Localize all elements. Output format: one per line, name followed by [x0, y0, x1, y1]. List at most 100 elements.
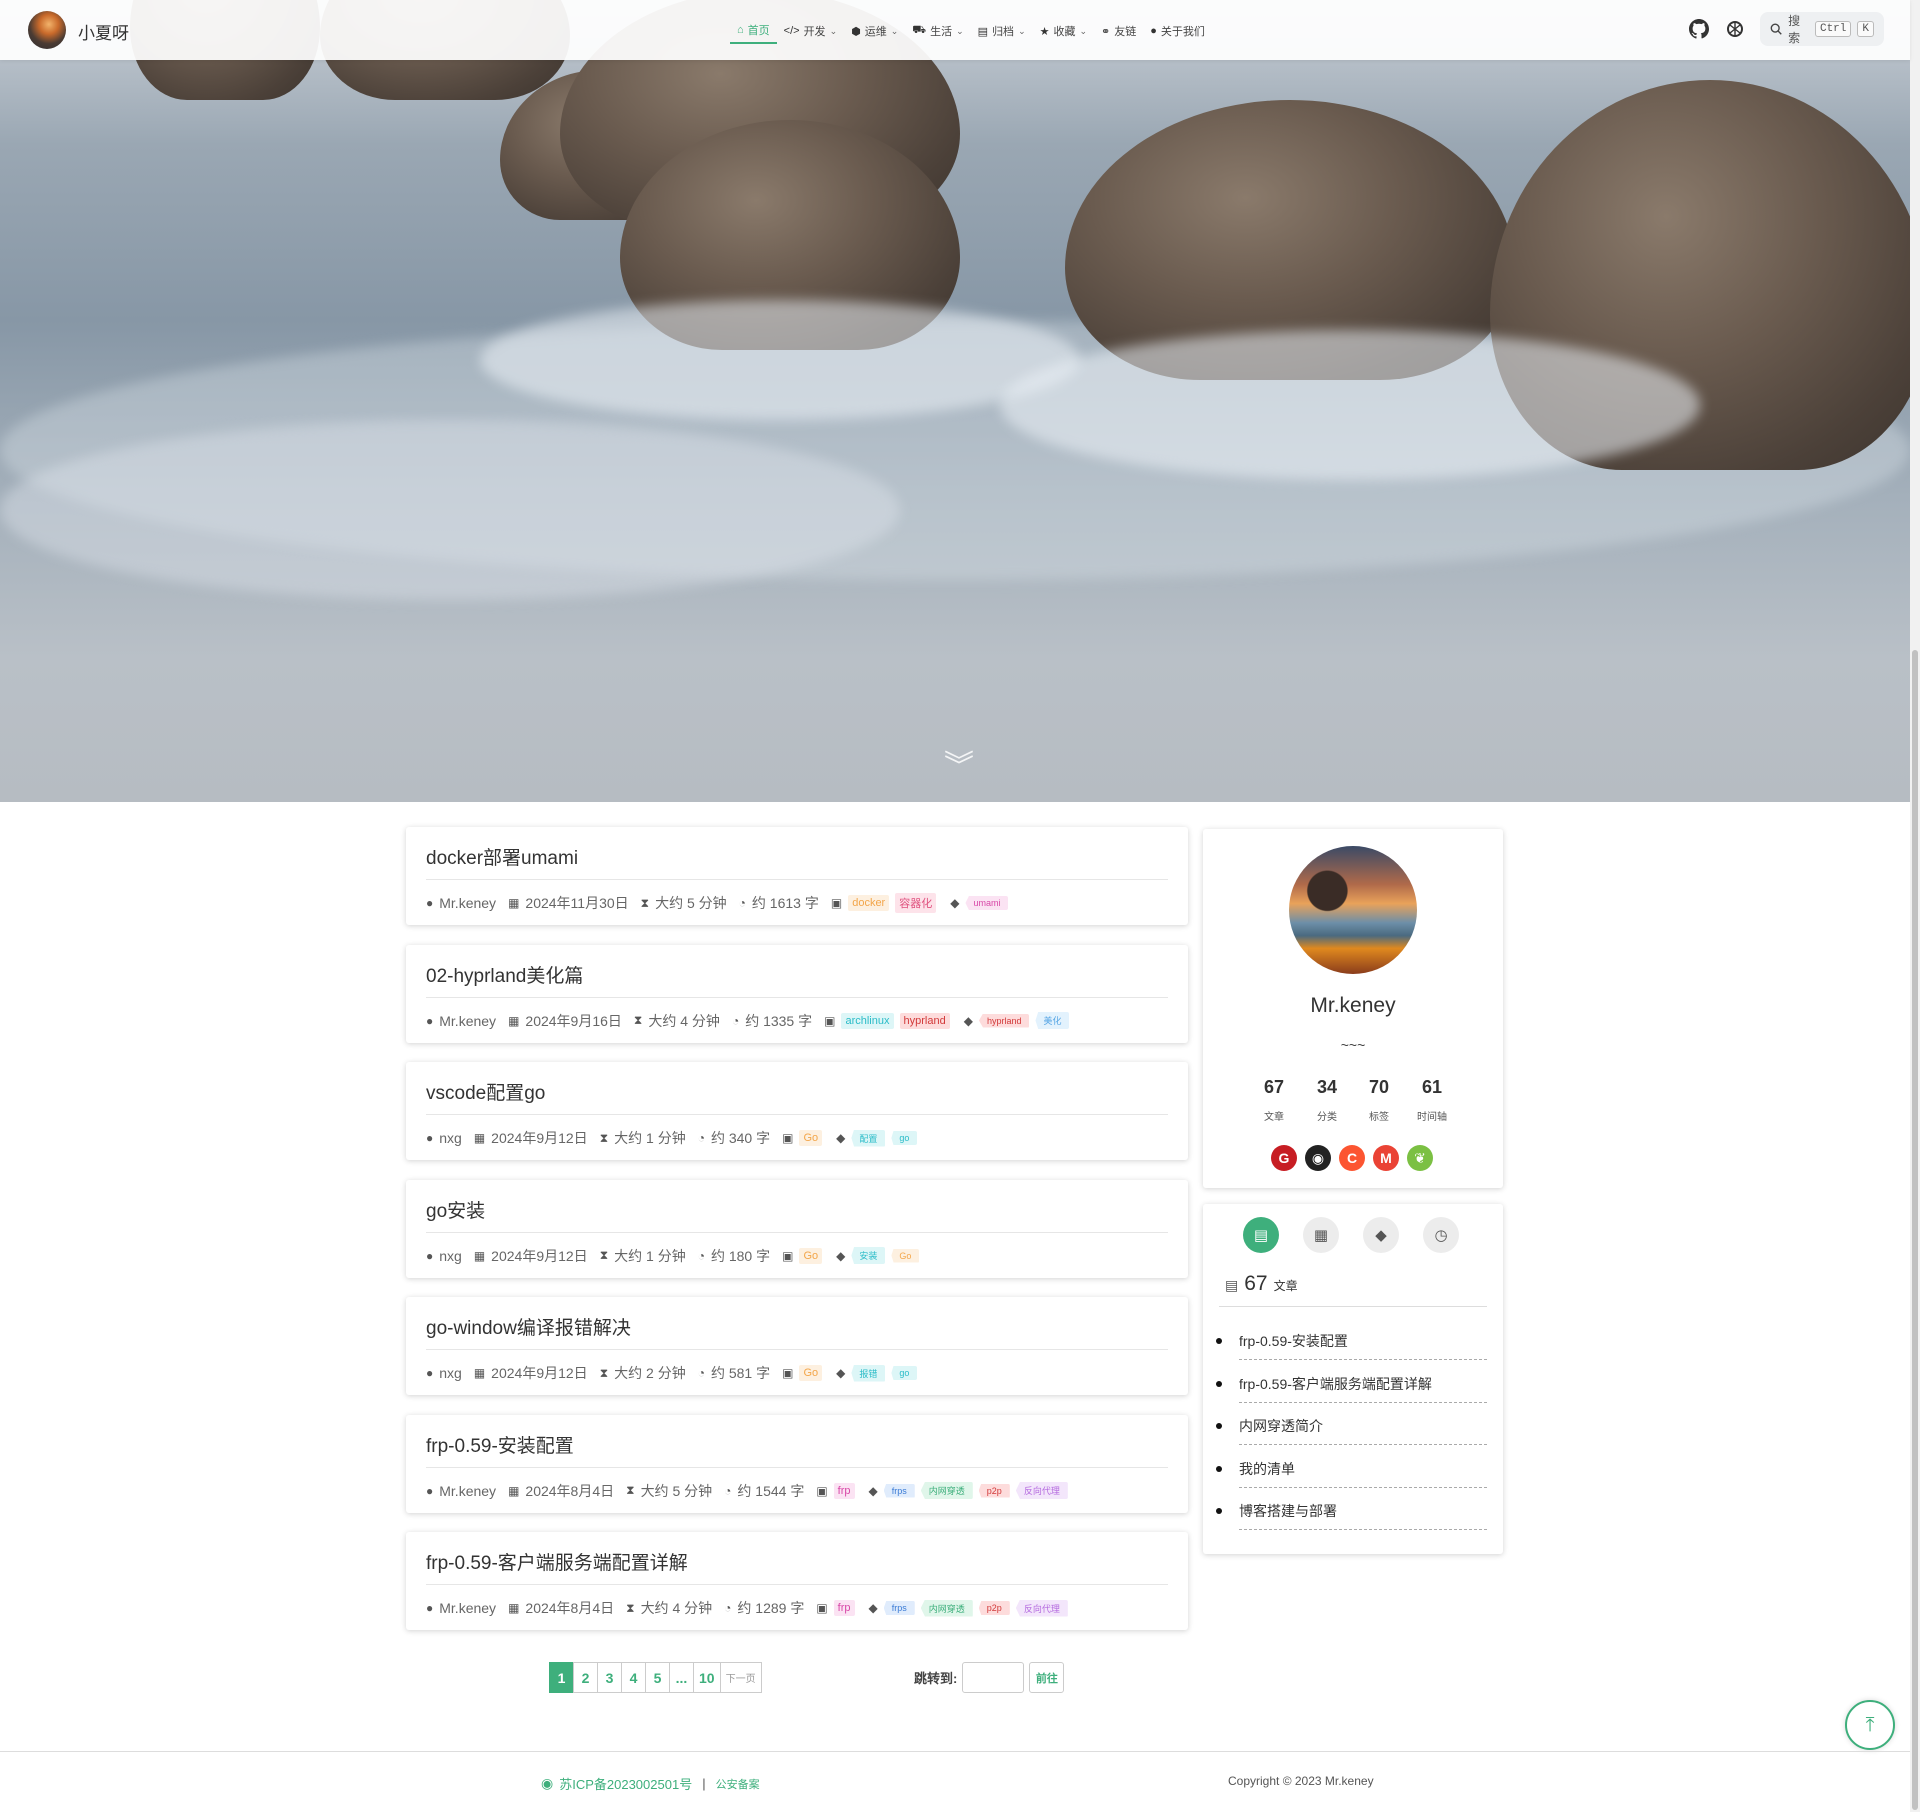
recent-article-item[interactable]: 我的清单	[1216, 1448, 1487, 1488]
nav-item-about[interactable]: ● 关于我们	[1143, 18, 1212, 44]
post-card[interactable]: vscode配置go ● nxg ▦ 2024年9月12日 ⧗ 大约 1 分钟 ◔ 约 340 …	[406, 1062, 1188, 1160]
post-title[interactable]: vscode配置go	[426, 1078, 545, 1105]
post-title[interactable]: frp-0.59-客户端服务端配置详解	[426, 1548, 688, 1575]
nav-item-life[interactable]: ⛟ 生活 ⌄	[905, 18, 970, 44]
tag-badge[interactable]: frps	[883, 1601, 915, 1615]
stat-tags[interactable]: 70 标签	[1349, 1077, 1409, 1123]
post-author[interactable]: nxg	[439, 1130, 462, 1146]
category-badge[interactable]: frp	[833, 1482, 855, 1499]
post-author[interactable]: Mr.keney	[439, 1600, 496, 1616]
calendar-icon: ▦	[508, 896, 520, 910]
category-badge[interactable]: Go	[799, 1130, 823, 1146]
tag-badge[interactable]: p2p	[978, 1483, 1010, 1498]
stat-articles[interactable]: 67 文章	[1244, 1077, 1304, 1123]
category-badge[interactable]: Go	[799, 1365, 823, 1381]
post-author[interactable]: Mr.keney	[439, 895, 496, 911]
post-card[interactable]: go安装 ● nxg ▦ 2024年9月12日 ⧗ 大约 1 分钟 ◔ 约 180 字 ▣ Go ◆ 安…	[406, 1179, 1188, 1278]
page-button[interactable]: 2	[573, 1662, 598, 1693]
next-page-button[interactable]: 下一页	[719, 1662, 762, 1693]
post-card[interactable]: go-window编译报错解决 ● nxg ▦ 2024年9月12日 ⧗ 大约 2 分钟 ◔ 约…	[406, 1297, 1188, 1395]
police-record-link[interactable]: 公安备案	[716, 1776, 760, 1792]
scroll-down-icon[interactable]: ︾	[944, 752, 974, 782]
icp-link[interactable]: 苏ICP备2023002501号	[559, 1774, 692, 1793]
category-badge[interactable]: docker	[848, 895, 890, 911]
post-title[interactable]: frp-0.59-安装配置	[426, 1431, 574, 1458]
tag-icon: ◆	[836, 1366, 846, 1380]
gitee-icon[interactable]: G	[1271, 1145, 1297, 1171]
category-badge[interactable]: frp	[833, 1600, 855, 1616]
article-tab-icon[interactable]: ▤	[1243, 1217, 1279, 1253]
tag-tab-icon[interactable]: ◆	[1363, 1217, 1399, 1253]
tag-badge[interactable]: 配置	[851, 1129, 886, 1147]
post-author[interactable]: Mr.keney	[439, 1013, 496, 1029]
page-button[interactable]: 1	[549, 1662, 574, 1693]
post-title[interactable]: 02-hyprland美化篇	[426, 961, 583, 988]
post-title[interactable]: docker部署umami	[426, 843, 578, 870]
tag-badge[interactable]: hyprland	[978, 1013, 1030, 1028]
page-button[interactable]: 10	[693, 1662, 721, 1693]
csdn-icon[interactable]: C	[1339, 1145, 1365, 1171]
tag-badge[interactable]: 美化	[1035, 1012, 1070, 1029]
stat-categories[interactable]: 34 分类	[1297, 1077, 1357, 1123]
tag-badge[interactable]: go	[891, 1366, 918, 1380]
recent-article-item[interactable]: 博客搭建与部署	[1216, 1490, 1487, 1530]
category-badge[interactable]: archlinux	[841, 1012, 894, 1029]
article-count: ▤ 67 文章	[1225, 1272, 1298, 1296]
hourglass-icon: ⧗	[633, 1013, 643, 1027]
page-button[interactable]: 4	[621, 1662, 646, 1693]
search-box[interactable]: 搜索 Ctrl K	[1760, 12, 1884, 46]
avatar[interactable]	[1289, 846, 1417, 974]
category-badge[interactable]: 容器化	[895, 893, 937, 913]
site-logo[interactable]	[28, 11, 66, 49]
github-icon[interactable]	[1688, 18, 1710, 40]
page-button[interactable]: 5	[645, 1662, 670, 1693]
nav-item-archive[interactable]: ▤ 归档 ⌄	[971, 18, 1033, 44]
tag-badge[interactable]: 内网穿透	[920, 1599, 973, 1617]
nav-item-favorites[interactable]: ★ 收藏 ⌄	[1033, 18, 1094, 44]
recent-article-item[interactable]: frp-0.59-安装配置	[1216, 1320, 1487, 1360]
site-title[interactable]: 小夏呀	[78, 19, 129, 44]
tag-badge[interactable]: frps	[883, 1483, 915, 1498]
tag-badge[interactable]: go	[891, 1131, 918, 1145]
page-button[interactable]: 3	[597, 1662, 622, 1693]
post-card[interactable]: docker部署umami ● Mr.keney ▦ 2024年11月30日 ⧗ 大约 5 …	[406, 827, 1188, 925]
tag-badge[interactable]: 内网穿透	[920, 1482, 973, 1499]
post-card[interactable]: 02-hyprland美化篇 ● Mr.keney ▦ 2024年9月16日 ⧗ 大约 4 …	[406, 944, 1188, 1043]
stat-timeline[interactable]: 61 时间轴	[1402, 1077, 1462, 1123]
tag-badge[interactable]: 反向代理	[1015, 1599, 1068, 1617]
nav-item-ops[interactable]: ⬢ 运维 ⌄	[844, 18, 905, 44]
post-title[interactable]: go-window编译报错解决	[426, 1313, 631, 1340]
jump-page-input[interactable]	[962, 1662, 1025, 1693]
tag-badge[interactable]: 安装	[851, 1247, 886, 1264]
post-author[interactable]: Mr.keney	[439, 1483, 496, 1499]
tag-badge[interactable]: 反向代理	[1015, 1482, 1068, 1499]
calendar-icon: ▦	[508, 1013, 520, 1028]
post-author[interactable]: nxg	[439, 1248, 462, 1264]
post-card[interactable]: frp-0.59-客户端服务端配置详解 ● Mr.keney ▦ 2024年8月4日 ⧗ 大…	[406, 1532, 1188, 1630]
nav-item-dev[interactable]: </> 开发 ⌄	[777, 18, 844, 44]
theme-icon[interactable]	[1724, 18, 1746, 40]
back-to-top-button[interactable]: ⤒	[1845, 1700, 1895, 1750]
leaf-icon[interactable]: ❦	[1407, 1145, 1433, 1171]
recent-article-item[interactable]: 内网穿透简介	[1216, 1405, 1487, 1445]
post-card[interactable]: frp-0.59-安装配置 ● Mr.keney ▦ 2024年8月4日 ⧗ 大约 5 分钟…	[406, 1414, 1188, 1513]
tag-badge[interactable]: Go	[891, 1248, 920, 1263]
tag-badge[interactable]: 报错	[851, 1364, 886, 1382]
github-icon[interactable]: ◉	[1305, 1145, 1331, 1171]
post-meta: ● Mr.keney ▦ 2024年8月4日 ⧗ 大约 4 分钟 ◔ 约 1289 字 ▣ frp…	[426, 1598, 1068, 1618]
tag-badge[interactable]: umami	[965, 896, 1009, 910]
timeline-tab-icon[interactable]: ◷	[1423, 1217, 1459, 1253]
pie-chart-icon: ◔	[697, 1131, 705, 1145]
post-author[interactable]: nxg	[439, 1365, 462, 1381]
nav-item-home[interactable]: ⌂ 首页	[730, 18, 777, 44]
post-title[interactable]: go安装	[426, 1196, 485, 1223]
jump-go-button[interactable]: 前往	[1029, 1662, 1065, 1693]
category-badge[interactable]: hyprland	[899, 1012, 950, 1029]
nav-item-links[interactable]: ⚭ 友链	[1094, 18, 1143, 44]
category-badge[interactable]: Go	[799, 1247, 823, 1264]
gmail-icon[interactable]: M	[1373, 1145, 1399, 1171]
category-tab-icon[interactable]: ▦	[1303, 1217, 1339, 1253]
tag-badge[interactable]: p2p	[978, 1601, 1010, 1615]
recent-article-item[interactable]: frp-0.59-客户端服务端配置详解	[1216, 1363, 1487, 1403]
scrollbar-thumb[interactable]	[1912, 650, 1918, 1810]
